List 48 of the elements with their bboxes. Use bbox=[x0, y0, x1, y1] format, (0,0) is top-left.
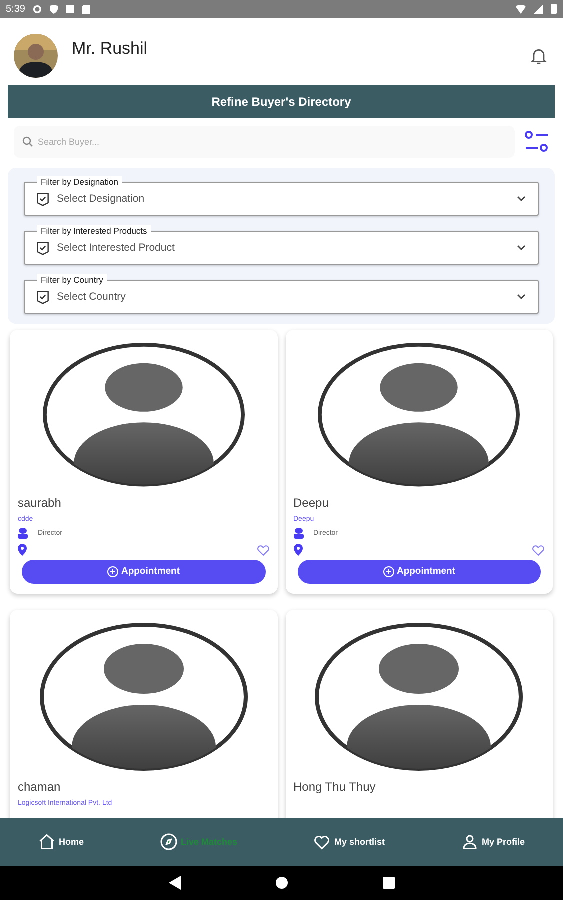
shield-check-icon bbox=[35, 240, 51, 256]
heart-icon[interactable] bbox=[256, 544, 270, 556]
nav-tab[interactable]: My shortlist bbox=[307, 832, 391, 852]
signal-icon bbox=[534, 4, 543, 14]
plus-circle-icon bbox=[382, 566, 395, 578]
heart-icon bbox=[313, 833, 332, 851]
search-field[interactable]: Search Buyer... bbox=[14, 126, 515, 158]
battery-icon bbox=[551, 4, 557, 14]
nav-tab[interactable]: Home bbox=[32, 832, 90, 852]
plus-circle-icon bbox=[107, 566, 120, 578]
square-icon bbox=[66, 5, 74, 13]
user-name: Mr. Rushil bbox=[72, 38, 149, 58]
person-icon bbox=[294, 528, 304, 539]
wifi-icon bbox=[516, 4, 526, 14]
avatar-placeholder-icon bbox=[38, 622, 249, 772]
filter-label: Filter by Designation bbox=[37, 176, 122, 188]
shield-check-icon bbox=[35, 289, 51, 305]
gear-icon bbox=[33, 4, 42, 14]
location-pin-icon bbox=[294, 544, 302, 556]
chevron-down-icon bbox=[517, 245, 526, 251]
sd-card-icon bbox=[82, 4, 90, 14]
appointment-button[interactable]: Appointment bbox=[298, 560, 541, 584]
shield-icon bbox=[50, 4, 58, 14]
status-time: 5:39 bbox=[6, 4, 26, 14]
recents-icon[interactable] bbox=[382, 877, 394, 889]
buyer-name: Deepu bbox=[294, 496, 330, 510]
filter-label: Filter by Country bbox=[37, 274, 108, 286]
directory-banner: Refine Buyer's Directory bbox=[8, 85, 555, 118]
avatar-placeholder-icon bbox=[314, 622, 524, 772]
shield-check-icon bbox=[35, 191, 51, 207]
person-icon bbox=[18, 528, 28, 539]
back-icon[interactable] bbox=[168, 876, 180, 890]
buyer-name: Hong Thu Thuy bbox=[294, 780, 377, 794]
filter-sliders-icon[interactable] bbox=[525, 131, 549, 153]
chevron-down-icon bbox=[517, 294, 526, 300]
nav-tab[interactable]: My Profile bbox=[454, 832, 531, 852]
home-circle-icon[interactable] bbox=[276, 877, 288, 889]
search-icon bbox=[22, 136, 34, 148]
appointment-button[interactable]: Appointment bbox=[22, 560, 266, 584]
compass-icon bbox=[160, 833, 178, 851]
home-icon bbox=[38, 833, 56, 851]
buyer-name: saurabh bbox=[18, 496, 62, 510]
chevron-down-icon bbox=[517, 196, 526, 202]
filter-label: Filter by Interested Products bbox=[37, 225, 152, 237]
location-pin-icon bbox=[18, 544, 27, 556]
buyer-name: chaman bbox=[18, 780, 62, 794]
heart-icon[interactable] bbox=[532, 544, 545, 556]
user-icon bbox=[460, 833, 479, 851]
